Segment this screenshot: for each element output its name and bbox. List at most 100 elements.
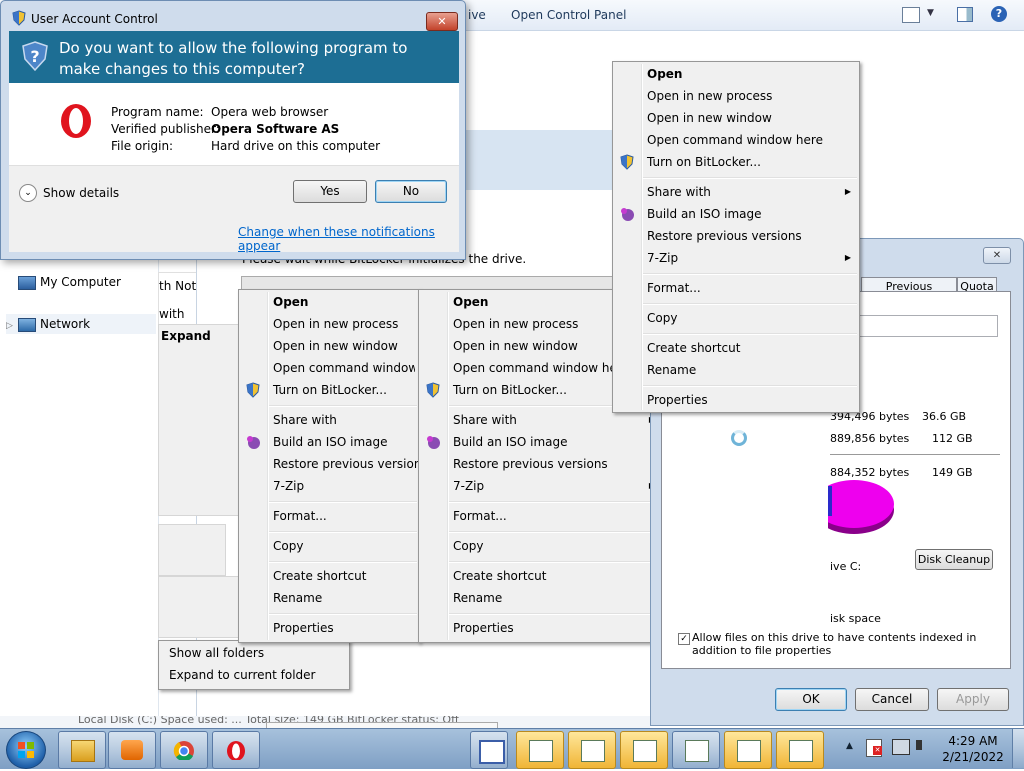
menu-item-open-new-window[interactable]: Open in new window	[273, 336, 415, 356]
taskbar-explorer[interactable]	[58, 731, 106, 769]
taskbar-chrome[interactable]	[160, 731, 208, 769]
nav-item-network[interactable]: ▷ Network	[6, 314, 156, 334]
menu-item-bitlocker[interactable]: Turn on BitLocker...	[273, 380, 415, 400]
dialog-icon	[581, 740, 605, 762]
help-icon[interactable]: ?	[991, 6, 1007, 22]
taskbar-window[interactable]	[724, 731, 772, 769]
chevron-down-icon[interactable]: ⌄	[19, 184, 37, 202]
menu-item-open[interactable]: Open	[273, 292, 415, 312]
chevron-down-icon[interactable]: ▼	[927, 8, 934, 18]
ok-button[interactable]: OK	[775, 688, 847, 711]
taskbar-window[interactable]	[568, 731, 616, 769]
folder-options-menu: Show all folders Expand to current folde…	[158, 640, 350, 690]
menu-item-share-with[interactable]: Share with	[453, 410, 659, 430]
taskbar-window[interactable]	[672, 731, 720, 769]
gray-pane	[158, 524, 226, 576]
capacity-gb: 149 GB	[932, 466, 973, 479]
menu-item-open-cmd[interactable]: Open command window here	[647, 130, 855, 150]
taskbar-window[interactable]	[620, 731, 668, 769]
menu-item-open-new-window[interactable]: Open in new window	[647, 108, 855, 128]
volume-icon[interactable]	[916, 740, 922, 750]
dialog-icon	[789, 740, 813, 762]
menu-item-share-with[interactable]: Share with	[647, 182, 855, 202]
menu-item-build-iso[interactable]: Build an ISO image	[453, 432, 659, 452]
open-control-panel-button[interactable]: Open Control Panel	[511, 8, 626, 22]
action-center-icon[interactable]: ✕	[866, 739, 882, 757]
index-checkbox[interactable]: ✓	[678, 633, 690, 645]
uac-title: User Account Control	[31, 12, 158, 26]
expand-arrow-icon[interactable]: ▷	[6, 316, 18, 336]
menu-item-copy[interactable]: Copy	[453, 536, 659, 556]
menu-item-create-shortcut[interactable]: Create shortcut	[273, 566, 415, 586]
menu-item-restore-versions[interactable]: Restore previous versions	[273, 454, 419, 474]
change-notifications-link[interactable]: Change when these notifications appear	[238, 225, 459, 253]
menu-item-rename[interactable]: Rename	[273, 588, 415, 608]
nav-item-my-computer[interactable]: My Computer	[6, 272, 156, 292]
show-hidden-icons-icon[interactable]: ▲	[846, 741, 853, 751]
free-bytes: 889,856 bytes	[830, 432, 910, 445]
menu-item-create-shortcut[interactable]: Create shortcut	[647, 338, 855, 358]
menu-item-format[interactable]: Format...	[647, 278, 855, 298]
menu-item-rename[interactable]: Rename	[453, 588, 659, 608]
menu-item-share-with[interactable]: Share with	[273, 410, 415, 430]
expand-item[interactable]: Expand	[161, 329, 211, 343]
gray-pane-2	[158, 576, 240, 638]
menu-item-open-cmd[interactable]: Open command window he	[273, 358, 415, 378]
show-desktop-button[interactable]	[1012, 729, 1024, 768]
menu-item-build-iso[interactable]: Build an ISO image	[273, 432, 415, 452]
menu-item-format[interactable]: Format...	[453, 506, 659, 526]
menu-item-format[interactable]: Format...	[273, 506, 415, 526]
menu-item-properties[interactable]: Properties	[273, 618, 415, 638]
taskbar-clock[interactable]: 4:29 AM 2/21/2022	[938, 733, 1008, 765]
menu-item-restore-versions[interactable]: Restore previous versions	[647, 226, 855, 246]
index-option-label: Allow files on this drive to have conten…	[692, 631, 977, 657]
uac-footer: ⌄ Show details Yes No Change when these …	[9, 165, 459, 253]
menu-item-restore-versions[interactable]: Restore previous versions	[453, 454, 659, 474]
menu-item-create-shortcut[interactable]: Create shortcut	[453, 566, 659, 586]
svg-text:?: ?	[30, 47, 39, 66]
apply-button[interactable]: Apply	[937, 688, 1009, 711]
windows-logo-icon	[18, 742, 34, 758]
menu-item-properties[interactable]: Properties	[453, 618, 659, 638]
menu-item-7zip[interactable]: 7-Zip	[453, 476, 659, 496]
menu-item-show-all-folders[interactable]: Show all folders	[169, 643, 345, 663]
network-icon	[18, 317, 36, 332]
no-button[interactable]: No	[375, 180, 447, 203]
start-button[interactable]	[6, 731, 46, 769]
taskbar-window[interactable]	[516, 731, 564, 769]
menu-item-7zip[interactable]: 7-Zip	[273, 476, 415, 496]
publisher-name: Opera Software AS	[211, 122, 340, 136]
menu-item-expand-to-current-folder[interactable]: Expand to current folder	[169, 665, 345, 685]
taskbar-window[interactable]	[776, 731, 824, 769]
menu-item-open-new-process[interactable]: Open in new process	[647, 86, 855, 106]
close-icon[interactable]: ✕	[426, 12, 458, 31]
submenu-arrow-icon: ▶	[844, 253, 851, 262]
taskbar-window[interactable]	[470, 731, 508, 769]
close-icon[interactable]: ✕	[983, 247, 1011, 264]
dialog-icon	[529, 740, 553, 762]
show-details-toggle[interactable]: Show details	[43, 186, 119, 200]
menu-item-properties[interactable]: Properties	[647, 390, 855, 410]
taskbar-opera[interactable]	[212, 731, 260, 769]
cmd-partial[interactable]: ive	[468, 8, 486, 22]
chrome-icon	[173, 741, 194, 760]
clock-date: 2/21/2022	[942, 750, 1004, 764]
menu-item-open[interactable]: Open	[647, 64, 855, 84]
menu-item-rename[interactable]: Rename	[647, 360, 855, 380]
cancel-button[interactable]: Cancel	[855, 688, 929, 711]
expand-menu: Expand	[158, 324, 240, 516]
window-icon	[479, 740, 505, 764]
taskbar-media-player[interactable]	[108, 731, 156, 769]
preview-pane-icon[interactable]	[957, 7, 973, 22]
menu-item-copy[interactable]: Copy	[273, 536, 415, 556]
menu-item-build-iso[interactable]: Build an ISO image	[647, 204, 855, 224]
menu-item-7zip[interactable]: 7-Zip	[647, 248, 855, 268]
view-options-icon[interactable]	[902, 7, 920, 23]
menu-item-copy[interactable]: Copy	[647, 308, 855, 328]
menu-item-bitlocker[interactable]: Turn on BitLocker...	[647, 152, 855, 172]
drive-name-label: ive C:	[830, 560, 862, 573]
menu-item-open-new-process[interactable]: Open in new process	[273, 314, 415, 334]
yes-button[interactable]: Yes	[293, 180, 367, 203]
network-tray-icon[interactable]	[892, 739, 910, 755]
disk-cleanup-button[interactable]: Disk Cleanup	[915, 549, 993, 570]
